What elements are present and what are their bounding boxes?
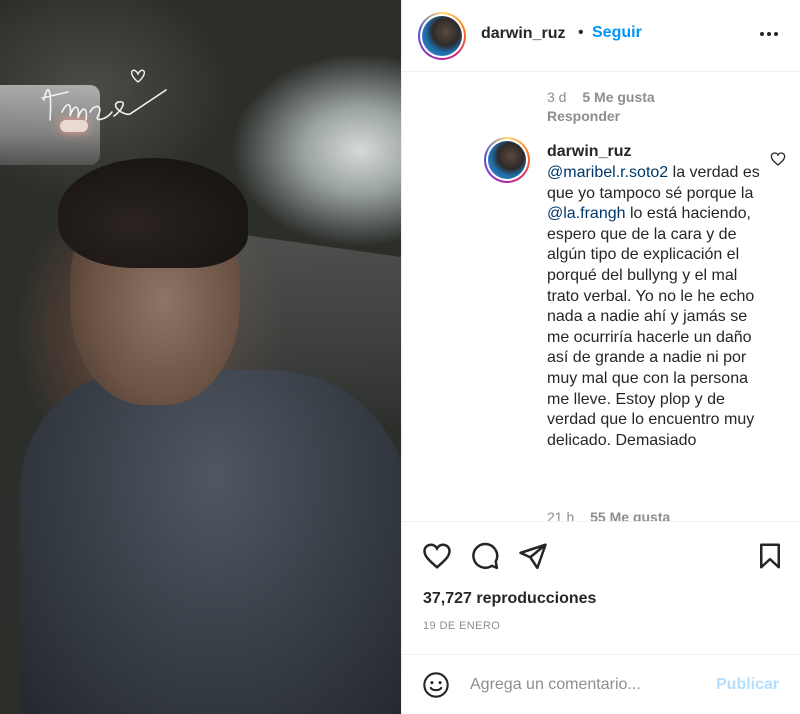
- previous-comment-time[interactable]: 3 d: [547, 89, 566, 105]
- commenter-username[interactable]: darwin_ruz: [547, 143, 631, 161]
- comment-text: @maribel.r.soto2 la verdad es que yo tam…: [547, 163, 762, 451]
- publish-button[interactable]: Publicar: [716, 676, 779, 694]
- follow-button[interactable]: Seguir: [592, 24, 642, 42]
- emoji-icon[interactable]: [422, 671, 450, 699]
- comment-text-part: lo está haciendo, espero que de la cara …: [547, 205, 755, 449]
- comment-likes[interactable]: 55 Me gusta: [590, 509, 670, 521]
- comment-input[interactable]: [470, 671, 700, 699]
- previous-comment-likes[interactable]: 5 Me gusta: [582, 89, 654, 105]
- comment-like-icon[interactable]: [770, 151, 786, 167]
- post-actions: 37,727 reproducciones 19 DE ENERO: [402, 521, 800, 654]
- person-jacket: [20, 370, 401, 714]
- author-username[interactable]: darwin_ruz: [481, 25, 565, 43]
- header-separator: •: [578, 24, 584, 41]
- comment-bubble-icon[interactable]: [470, 541, 500, 571]
- comments-section[interactable]: 3 d 5 Me gusta Responder darwin_ruz @mar…: [402, 73, 800, 521]
- more-options-icon[interactable]: [757, 22, 781, 46]
- person-hair: [58, 158, 248, 268]
- like-heart-icon[interactable]: [422, 541, 452, 571]
- mention-link[interactable]: @maribel.r.soto2: [547, 164, 668, 181]
- mention-link[interactable]: @la.frangh: [547, 205, 626, 222]
- previous-comment-meta: 3 d 5 Me gusta: [547, 89, 655, 105]
- share-paper-plane-icon[interactable]: [518, 541, 548, 571]
- post-details-panel: darwin_ruz • Seguir 3 d 5 Me gusta Respo…: [401, 0, 800, 714]
- reply-button[interactable]: Responder: [547, 108, 620, 124]
- comment-composer: Publicar: [402, 654, 800, 714]
- handwritten-doodle: [41, 69, 167, 121]
- post-header: darwin_ruz • Seguir: [402, 0, 800, 72]
- commenter-avatar[interactable]: [484, 137, 530, 183]
- view-count[interactable]: 37,727 reproducciones: [423, 590, 596, 608]
- post-media[interactable]: [0, 0, 401, 714]
- comment-meta: 21 h 55 Me gusta: [547, 509, 670, 521]
- comment-time[interactable]: 21 h: [547, 509, 574, 521]
- post-date[interactable]: 19 DE ENERO: [423, 620, 500, 632]
- save-bookmark-icon[interactable]: [755, 541, 785, 571]
- author-avatar[interactable]: [418, 12, 466, 60]
